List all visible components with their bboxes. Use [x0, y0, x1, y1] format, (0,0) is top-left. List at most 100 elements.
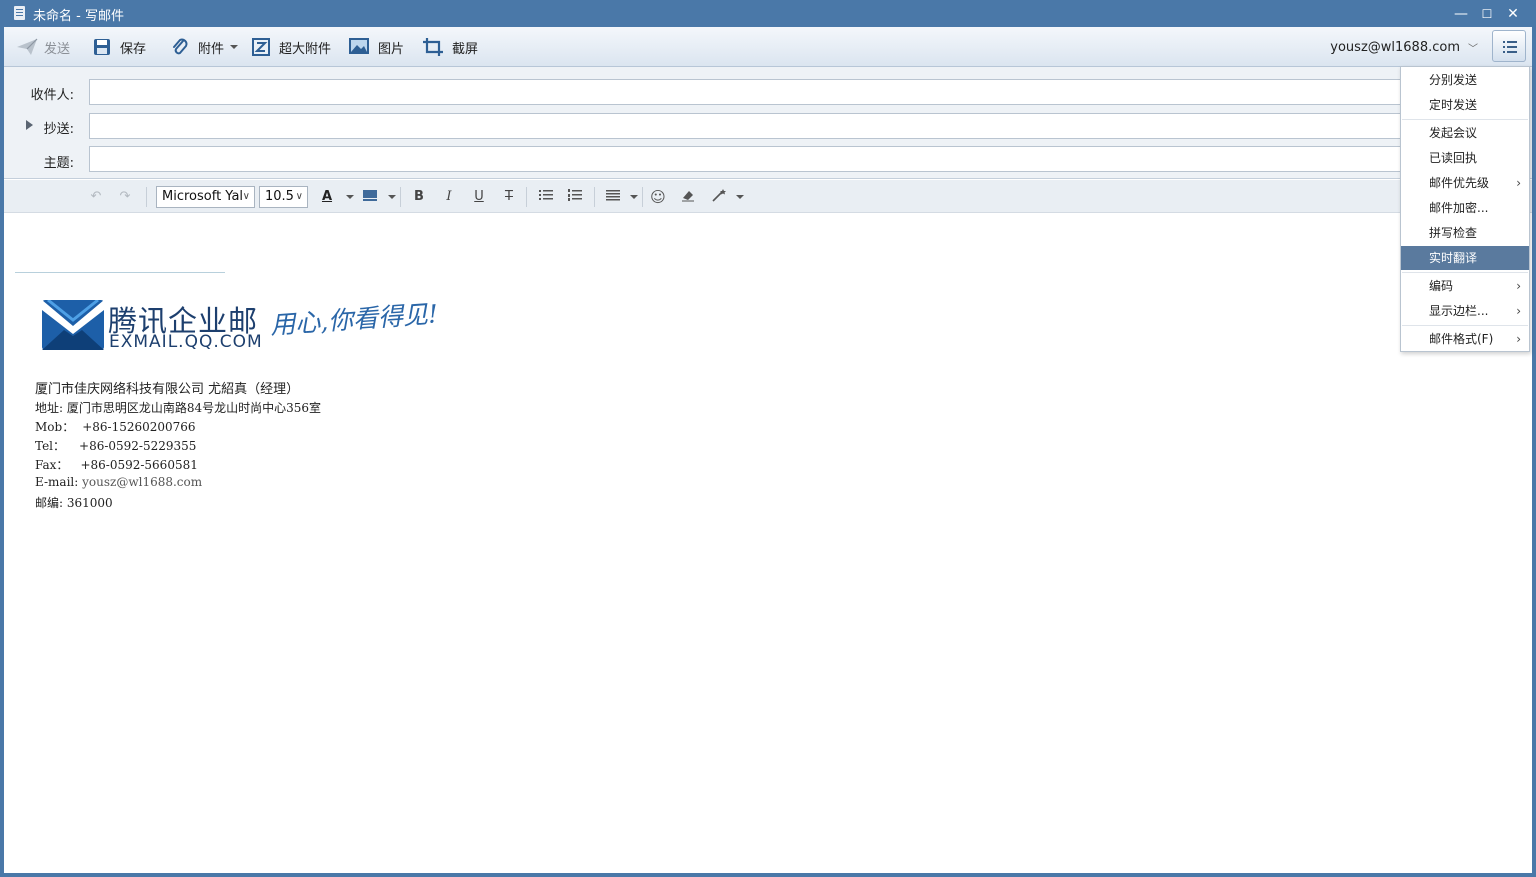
chevron-right-icon: › — [1516, 279, 1521, 293]
undo-icon[interactable]: ↶ — [88, 188, 104, 206]
menu-divider — [1402, 325, 1528, 326]
emoji-icon[interactable]: ☺ — [650, 188, 666, 206]
font-size-select[interactable]: 10.5 ∨ — [259, 186, 308, 208]
mobile-label: Mob： — [35, 420, 75, 434]
screenshot-label: 截屏 — [452, 41, 479, 57]
strikethrough-icon[interactable]: T — [502, 188, 516, 206]
tel-label: Tel： — [35, 439, 66, 453]
fax-value: +86-0592-5660581 — [80, 458, 198, 472]
font-family-value: Microsoft Yal — [162, 189, 244, 204]
menu-item-spellcheck[interactable]: 拼写检查 — [1401, 221, 1529, 245]
subject-label: 主题: — [43, 156, 74, 171]
signature-tel: Tel： +86-0592-5229355 — [35, 437, 321, 456]
menu-item-label: 编码 — [1429, 279, 1454, 293]
align-icon[interactable] — [605, 188, 621, 206]
compose-toolbar: 发送 保存 附件 超大附件 图片 截屏 yousz@wl1688.com ﹀ — [4, 27, 1532, 67]
minimize-button[interactable]: — — [1451, 4, 1471, 24]
subject-input[interactable] — [89, 146, 1519, 172]
maximize-button[interactable]: ☐ — [1477, 4, 1497, 24]
menu-item-label: 发起会议 — [1429, 126, 1478, 140]
to-label: 收件人: — [30, 88, 74, 103]
sender-account-select[interactable]: yousz@wl1688.com ﹀ — [1330, 27, 1478, 67]
italic-icon[interactable]: I — [442, 188, 456, 206]
exmail-logo-mark-icon — [42, 298, 104, 350]
menu-item-label: 分别发送 — [1429, 73, 1478, 87]
window-frame-right — [1532, 27, 1536, 877]
bold-icon[interactable]: B — [412, 188, 426, 206]
chevron-right-icon: › — [1516, 176, 1521, 190]
menu-item-label: 实时翻译 — [1429, 251, 1478, 265]
signature-company: 厦门市佳庆网络科技有限公司 尤紹真（经理） — [35, 382, 300, 397]
signature-fax: Fax： +86-0592-5660581 — [35, 456, 321, 475]
menu-item-encoding[interactable]: 编码 › — [1401, 274, 1529, 298]
menu-item-mail-format[interactable]: 邮件格式(F) › — [1401, 327, 1529, 351]
window-frame-bottom — [0, 873, 1536, 877]
divider — [642, 187, 643, 207]
big-attach-button[interactable]: 超大附件 — [251, 27, 331, 67]
chevron-right-icon: › — [1516, 304, 1521, 318]
wand-dropdown-icon[interactable] — [736, 195, 744, 199]
menu-item-scheduled-send[interactable]: 定时发送 — [1401, 93, 1529, 117]
highlight-icon[interactable] — [362, 188, 378, 206]
document-icon — [14, 6, 25, 20]
fax-label: Fax： — [35, 458, 69, 472]
email-value[interactable]: yousz@wl1688.com — [82, 475, 202, 489]
logo-domain: EXMAIL.QQ.COM — [109, 332, 263, 352]
menu-item-label: 显示边栏... — [1429, 304, 1489, 318]
zip-value: 361000 — [66, 496, 113, 510]
divider — [594, 187, 595, 207]
image-button[interactable]: 图片 — [348, 27, 404, 67]
divider — [526, 187, 527, 207]
clear-format-icon[interactable] — [680, 188, 696, 206]
numbered-list-icon[interactable] — [567, 188, 583, 206]
mobile-value: +86-15260200766 — [82, 420, 196, 434]
underline-icon[interactable]: U — [472, 188, 486, 206]
font-family-select[interactable]: Microsoft Yal ∨ — [156, 186, 255, 208]
zip-label: 邮编: — [35, 496, 64, 510]
menu-item-meeting[interactable]: 发起会议 — [1401, 121, 1529, 145]
font-size-value: 10.5 — [265, 189, 294, 204]
attach-dropdown-icon[interactable] — [230, 45, 239, 49]
signature-block: 厦门市佳庆网络科技有限公司 尤紹真（经理） 地址: 厦门市思明区龙山南路84号龙… — [35, 378, 321, 513]
more-options-button[interactable] — [1492, 30, 1526, 62]
menu-divider — [1402, 119, 1528, 120]
redo-icon[interactable]: ↷ — [117, 188, 133, 206]
attach-label: 附件 — [198, 41, 225, 57]
message-body-editor[interactable]: 腾讯企业邮 EXMAIL.QQ.COM 用心,你看得见! 厦门市佳庆网络科技有限… — [4, 214, 1532, 873]
chevron-down-icon: ﹀ — [1468, 43, 1478, 55]
menu-item-live-translate[interactable]: 实时翻译 — [1401, 246, 1529, 270]
logo-slogan: 用心,你看得见! — [269, 299, 439, 340]
list-icon — [1503, 41, 1517, 53]
magic-wand-icon[interactable] — [711, 188, 727, 206]
save-button[interactable]: 保存 — [92, 27, 146, 67]
bullet-list-icon[interactable] — [538, 188, 554, 206]
align-dropdown-icon[interactable] — [630, 195, 638, 199]
paperclip-icon — [170, 37, 190, 57]
sender-account: yousz@wl1688.com — [1330, 39, 1460, 55]
menu-item-separate-send[interactable]: 分别发送 — [1401, 68, 1529, 92]
menu-item-read-receipt[interactable]: 已读回执 — [1401, 146, 1529, 170]
screenshot-button[interactable]: 截屏 — [422, 27, 478, 67]
crop-icon — [422, 37, 444, 57]
menu-item-encrypt[interactable]: 邮件加密... — [1401, 196, 1529, 220]
send-button[interactable]: 发送 — [16, 27, 70, 67]
send-icon — [16, 37, 38, 57]
signature-mobile: Mob： +86-15260200766 — [35, 418, 321, 437]
divider — [146, 187, 147, 207]
cc-input[interactable] — [89, 113, 1519, 139]
send-label: 发送 — [44, 41, 71, 57]
menu-item-priority[interactable]: 邮件优先级 › — [1401, 171, 1529, 195]
exmail-logo: 腾讯企业邮 EXMAIL.QQ.COM 用心,你看得见! — [40, 298, 450, 354]
font-color-icon[interactable]: A — [320, 188, 334, 206]
signature-divider — [15, 272, 225, 273]
more-options-menu: 分别发送 定时发送 发起会议 已读回执 邮件优先级 › 邮件加密... 拼写检查 … — [1400, 66, 1530, 352]
close-button[interactable]: ✕ — [1503, 4, 1523, 24]
attach-button[interactable]: 附件 — [170, 27, 239, 67]
font-color-dropdown-icon[interactable] — [346, 195, 354, 199]
highlight-dropdown-icon[interactable] — [388, 195, 396, 199]
title-bar: 未命名 - 写邮件 — ☐ ✕ — [0, 0, 1536, 27]
menu-divider — [1402, 272, 1528, 273]
to-input[interactable] — [89, 79, 1519, 105]
chevron-down-icon: ∨ — [242, 191, 250, 202]
menu-item-sidebar[interactable]: 显示边栏... › — [1401, 299, 1529, 323]
